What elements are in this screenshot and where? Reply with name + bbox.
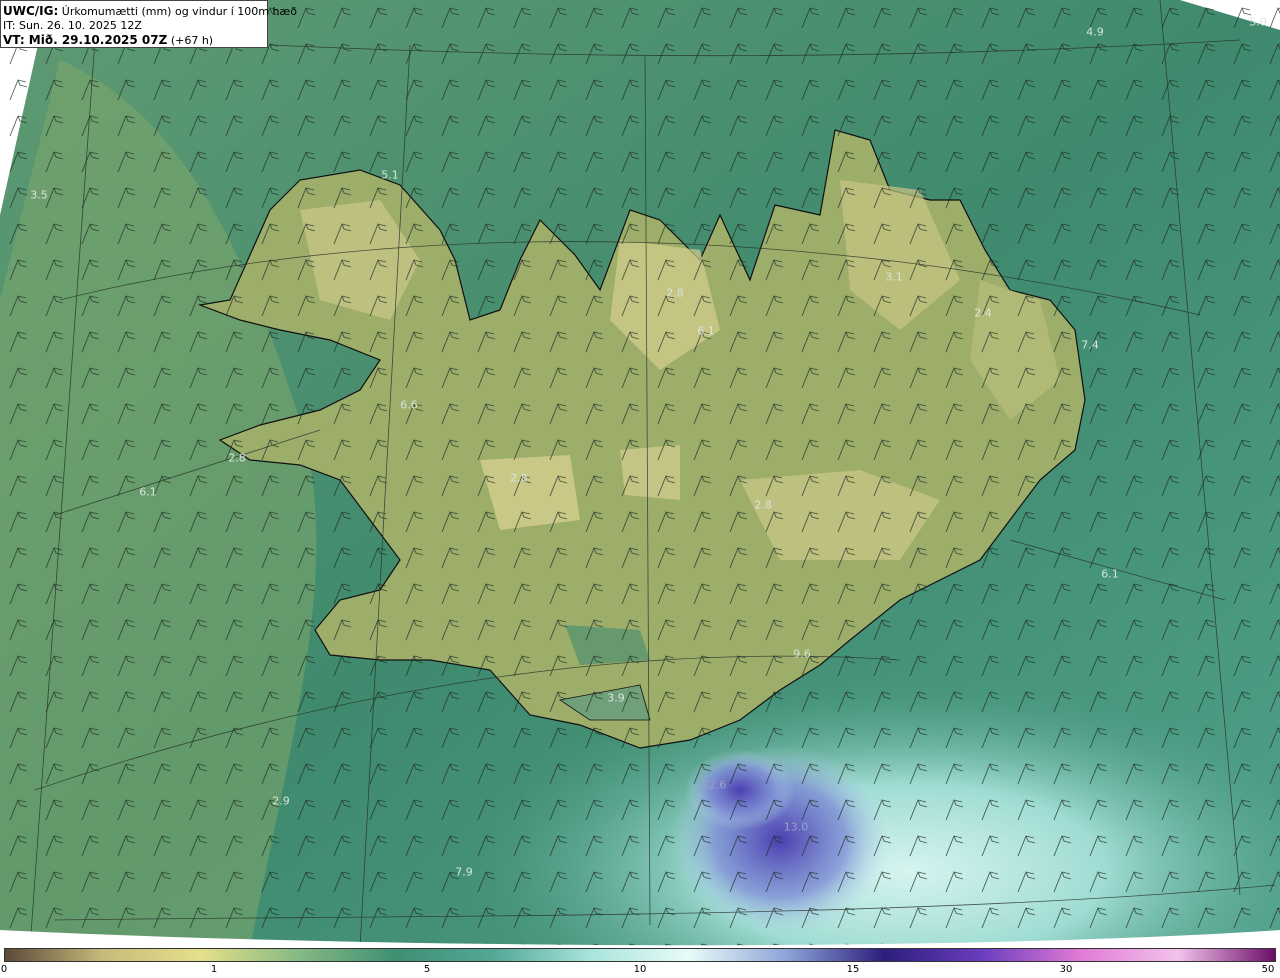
map-value-label: 2.4 [974, 306, 992, 320]
map-value-label: 9.6 [793, 647, 811, 661]
colorbar-tick-label: 30 [1059, 964, 1073, 975]
map-value-label: 5.0 [1249, 15, 1267, 29]
colorbar-tick-label: 0 [0, 964, 8, 975]
map-value-label: 5.1 [381, 168, 399, 182]
valid-time: VT: Mið. 29.10.2025 07Z [3, 33, 168, 47]
colorbar-tick-label: 50 [1261, 964, 1275, 975]
map-value-label: 4.9 [1086, 25, 1104, 39]
map-value-label: 2.8 [510, 471, 528, 485]
map-description: Úrkomumætti (mm) og vindur í 100m hæð [61, 5, 297, 18]
initial-time: IT: Sun. 26. 10. 2025 12Z [3, 19, 142, 32]
map-value-label: 6.1 [697, 324, 715, 338]
weather-map-view: UWC/IG: Úrkomumætti (mm) og vindur í 100… [0, 0, 1280, 978]
model-name: UWC/IG: [3, 4, 59, 18]
map-value-label: 13.0 [783, 820, 809, 834]
map-value-label: 3.9 [607, 691, 625, 705]
map-value-label: 7.4 [1081, 338, 1099, 352]
map-title-box: UWC/IG: Úrkomumætti (mm) og vindur í 100… [0, 0, 297, 48]
forecast-hour: (+67 h) [170, 34, 214, 47]
colorbar-tick-label: 5 [423, 964, 431, 975]
map-value-label: 2.8 [754, 498, 772, 512]
map-value-label: 6.1 [1101, 567, 1119, 581]
colorbar-tick-label: 1 [210, 964, 218, 975]
colorbar-strip [4, 948, 1276, 962]
map-value-label: 7.9 [455, 865, 473, 879]
map-value-label: 2.8 [666, 286, 684, 300]
colorbar-tick-label: 10 [633, 964, 647, 975]
map-value-label: 2.9 [272, 794, 290, 808]
map-value-label: 12.6 [701, 778, 727, 792]
map-value-label: 3.1 [885, 270, 903, 284]
map-value-label: 2.8 [228, 451, 246, 465]
map-value-label: 6.1 [139, 485, 157, 499]
colorbar: 0 1 5 10 15 30 50 [0, 948, 1280, 978]
colorbar-tick-label: 15 [846, 964, 860, 975]
map-value-label: 6.6 [400, 398, 418, 412]
precipitation-wind-map [0, 0, 1280, 948]
valid-time-row: VT: Mið. 29.10.2025 07Z (+67 h) [3, 33, 267, 48]
title-row: UWC/IG: Úrkomumætti (mm) og vindur í 100… [3, 4, 297, 19]
map-value-label: 3.5 [30, 188, 48, 202]
